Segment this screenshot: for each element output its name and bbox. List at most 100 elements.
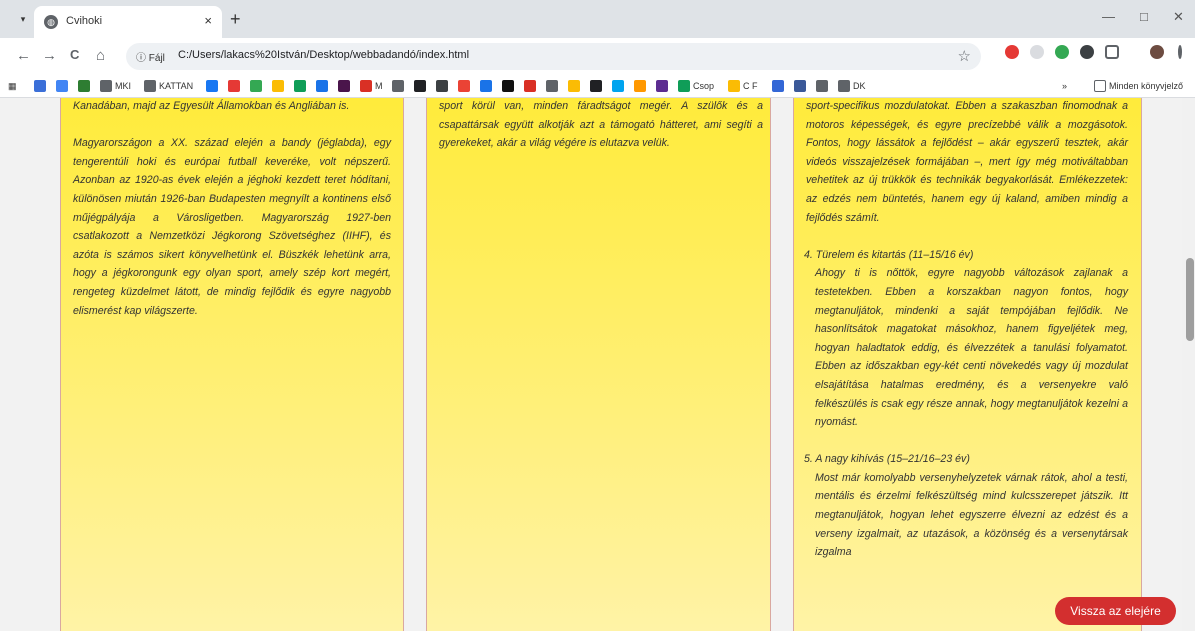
tab-strip: ▾ ◍ Cvihoki × + — □ ✕ — [0, 0, 1195, 38]
bookmark-item[interactable] — [294, 79, 306, 93]
tab-close-button[interactable]: × — [204, 13, 212, 28]
profile-avatar[interactable] — [1150, 45, 1164, 59]
list-item-title: 4. Türelem és kitartás (11–15/16 év) — [804, 248, 974, 261]
bookmark-item[interactable] — [206, 79, 218, 93]
bookmark-favicon-icon — [816, 80, 828, 92]
bookmark-favicon-icon — [360, 80, 372, 92]
tab-title: Cvihoki — [66, 15, 103, 27]
column-2-text: sport körül van, minden fáradtságot megé… — [439, 98, 763, 171]
bookmark-item[interactable] — [272, 79, 284, 93]
globe-icon: ◍ — [44, 15, 58, 29]
bookmark-favicon-icon — [338, 80, 350, 92]
home-button[interactable]: ⌂ — [96, 47, 105, 64]
menu-kebab-icon[interactable] — [1178, 45, 1182, 59]
bookmark-item[interactable] — [250, 79, 262, 93]
bookmark-item[interactable] — [228, 79, 240, 93]
address-bar[interactable]: ⓘ Fájl C:/Users/lakacs%20István/Desktop/… — [126, 43, 981, 70]
back-to-top-button[interactable]: Vissza az elejére — [1055, 597, 1176, 625]
bookmark-favicon-icon — [228, 80, 240, 92]
bookmark-item[interactable]: KATTAN — [144, 79, 193, 93]
content-column-3: sport-specifikus mozdulatokat. Ebben a s… — [793, 98, 1142, 631]
bookmark-favicon-icon — [546, 80, 558, 92]
minimize-button[interactable]: — — [1102, 9, 1115, 24]
bookmark-favicon-icon — [316, 80, 328, 92]
bookmark-star-icon[interactable]: ☆ — [958, 47, 971, 65]
bookmark-item[interactable] — [634, 79, 646, 93]
extension-icon-2[interactable] — [1080, 45, 1094, 59]
list-item-title: 5. A nagy kihívás (15–21/16–23 év) — [804, 453, 970, 466]
close-window-button[interactable]: ✕ — [1173, 9, 1184, 25]
bookmark-item[interactable] — [524, 79, 536, 93]
bookmark-item[interactable] — [546, 79, 558, 93]
bookmark-item[interactable] — [316, 79, 328, 93]
paragraph: sport-specifikus mozdulatokat. Ebben a s… — [806, 100, 1128, 224]
bookmark-item[interactable] — [480, 79, 492, 93]
bookmark-item[interactable] — [590, 79, 602, 93]
more-bookmarks-button[interactable]: » — [1062, 79, 1067, 93]
bookmark-favicon-icon — [502, 80, 514, 92]
extensions-puzzle-icon[interactable] — [1105, 45, 1119, 59]
scrollbar-thumb[interactable] — [1186, 258, 1194, 341]
bookmark-item[interactable] — [612, 79, 624, 93]
all-bookmarks-label: Minden könyvjelző — [1109, 81, 1184, 91]
bookmarks-bar: ▦ MKI KATTAN M Csop C F DK » Minden könyvjelz… — [0, 74, 1195, 98]
bookmark-label: DK — [853, 81, 866, 91]
bookmark-favicon-icon — [206, 80, 218, 92]
bookmark-item[interactable] — [78, 79, 90, 93]
bookmark-label: Csop — [693, 81, 715, 91]
all-bookmarks-folder[interactable]: Minden könyvjelző — [1094, 79, 1183, 93]
bookmark-item[interactable] — [656, 79, 668, 93]
bookmark-favicon-icon — [414, 80, 426, 92]
bookmark-item[interactable] — [338, 79, 350, 93]
bookmark-item[interactable] — [34, 79, 46, 93]
list-item-body: Ahogy ti is nőttök, egyre nagyobb változ… — [815, 267, 1128, 429]
tab-search-dropdown[interactable]: ▾ — [12, 9, 34, 29]
bookmark-item[interactable] — [794, 79, 806, 93]
bookmark-favicon-icon — [568, 80, 580, 92]
address-url[interactable]: C:/Users/lakacs%20István/Desktop/webbada… — [178, 49, 469, 61]
bookmark-favicon-icon — [392, 80, 404, 92]
content-column-2: sport körül van, minden fáradtságot megé… — [426, 98, 771, 631]
bookmark-favicon-icon — [794, 80, 806, 92]
bookmark-favicon-icon — [838, 80, 850, 92]
new-tab-button[interactable]: + — [230, 9, 241, 30]
bookmark-favicon-icon — [144, 80, 156, 92]
page-scrollbar[interactable] — [1182, 98, 1195, 631]
maximize-button[interactable]: □ — [1140, 9, 1148, 24]
folder-icon — [1094, 80, 1106, 92]
content-column-1: Kanadában, majd az Egyesült Államokban é… — [60, 98, 404, 631]
bookmark-item[interactable]: MKI — [100, 79, 131, 93]
site-info-icon[interactable]: ⓘ Fájl — [136, 49, 165, 64]
bookmark-item[interactable]: Csop — [678, 79, 714, 93]
bookmark-item[interactable]: DK — [838, 79, 866, 93]
back-button[interactable]: ← — [16, 47, 31, 64]
forward-button[interactable]: → — [42, 47, 57, 64]
bookmark-item[interactable] — [502, 79, 514, 93]
bookmark-item[interactable] — [816, 79, 828, 93]
bookmark-favicon-icon — [250, 80, 262, 92]
bookmark-favicon-icon — [728, 80, 740, 92]
bookmark-item[interactable] — [458, 79, 470, 93]
active-tab[interactable]: ◍ Cvihoki × — [34, 6, 222, 38]
bookmark-item[interactable] — [772, 79, 784, 93]
apps-grid-icon[interactable]: ▦ — [8, 79, 17, 93]
bookmark-label: M — [375, 81, 383, 91]
bookmark-item[interactable]: M — [360, 79, 383, 93]
bookmark-item[interactable] — [392, 79, 404, 93]
paragraph: sport körül van, minden fáradtságot megé… — [439, 100, 763, 150]
page-viewport: Kanadában, majd az Egyesült Államokban é… — [0, 98, 1195, 631]
reload-button[interactable]: C — [70, 47, 79, 62]
bookmark-item[interactable]: C F — [728, 79, 758, 93]
paragraph: Magyarországon a XX. század elején a ban… — [73, 137, 391, 317]
bookmark-item[interactable] — [436, 79, 448, 93]
adblock-extension-icon[interactable] — [1005, 45, 1019, 59]
extension-icon[interactable] — [1030, 45, 1044, 59]
bookmark-item[interactable] — [56, 79, 68, 93]
drive-extension-icon[interactable] — [1055, 45, 1069, 59]
paragraph: Kanadában, majd az Egyesült Államokban é… — [73, 100, 350, 112]
bookmark-item[interactable] — [568, 79, 580, 93]
bookmark-favicon-icon — [524, 80, 536, 92]
bookmark-label: KATTAN — [159, 81, 194, 91]
list-item-body: Most már komolyabb versenyhelyzetek várn… — [815, 471, 1128, 559]
bookmark-item[interactable] — [414, 79, 426, 93]
